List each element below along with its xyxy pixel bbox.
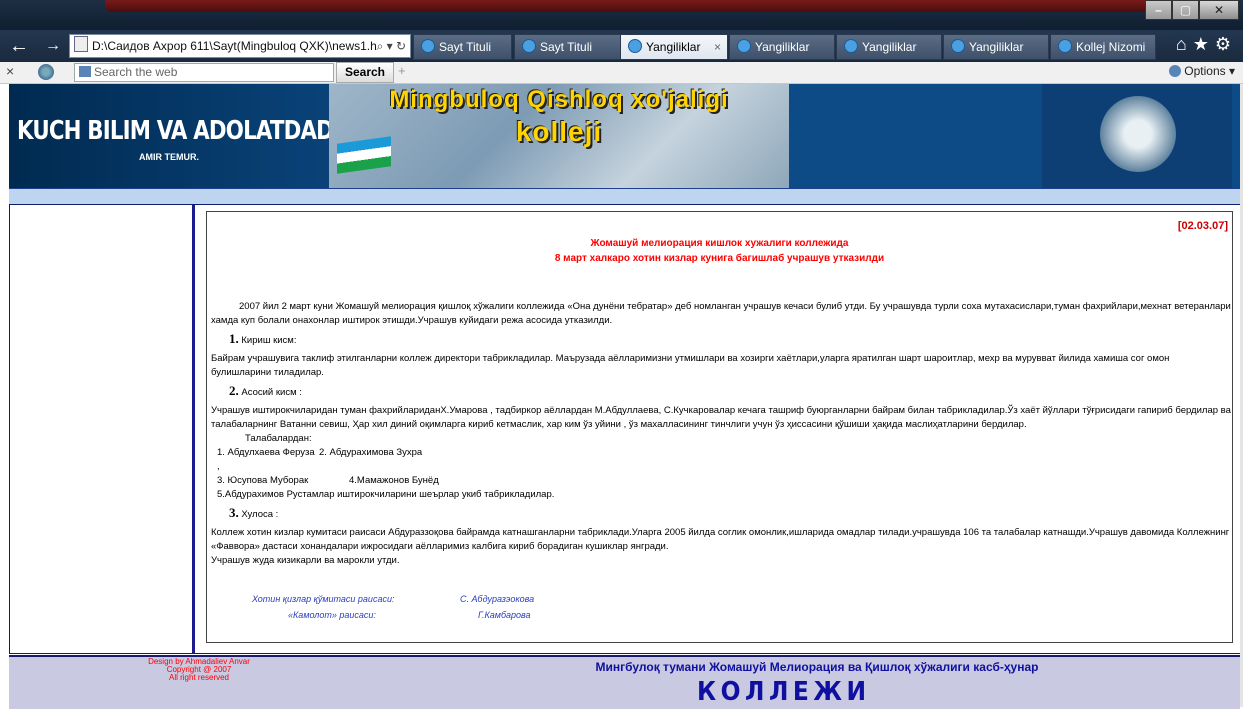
section-1-heading: 1. Кириш кисм: — [229, 332, 1231, 348]
list-item: 1. Абдулхаева Феруза , 2. Абдурахимова Зу… — [217, 446, 1231, 474]
article-body: 2007 йил 2 март куни Жомашуй мелиорация … — [211, 300, 1231, 568]
student-name: 2. Абдурахимова Зухра — [319, 447, 423, 458]
article-headline: Жомашуй мелиорация кишлок хужалиги колле… — [207, 236, 1232, 266]
tab-kollej-nizomi[interactable]: Kollej Nizomi — [1050, 34, 1156, 60]
design-credit: Design by Ahmadaliev Anvar Copyright @ 2… — [119, 658, 279, 682]
state-emblem-icon — [1100, 96, 1176, 172]
globe-icon[interactable] — [38, 64, 54, 80]
tab-label: Sayt Tituli — [540, 40, 593, 54]
address-text: D:\Саидов Ахрор 611\Sayt(Mingbuloq QXK)\… — [92, 39, 377, 53]
tab-yangiliklar-4[interactable]: Yangiliklar — [943, 34, 1049, 60]
section-2-heading: 2. Асосий кисм : — [229, 384, 1231, 400]
signature-name: Г.Камбарова — [478, 610, 531, 620]
article-intro: 2007 йил 2 март куни Жомашуй мелиорация … — [211, 301, 1231, 326]
section-title: Хулоса : — [241, 509, 279, 520]
signatures: Хотин қизлар қўмитаси раисаси: С. Абдураз… — [252, 591, 534, 623]
article-date: [02.03.07] — [1177, 220, 1228, 232]
motto-author: AMIR TEMUR. — [139, 152, 199, 162]
search-button[interactable]: Search — [336, 62, 394, 83]
ie-icon — [628, 39, 642, 53]
footer-college-word: КОЛЛЕЖИ — [697, 677, 871, 707]
article-closing: Учрашув жуда кизикарли ва марокли утди. — [211, 555, 400, 566]
ie-icon — [522, 39, 536, 53]
address-tools-icon[interactable]: ⌕ ▾ ↻ — [376, 35, 406, 57]
college-name-line2: kolleji — [515, 116, 603, 147]
tab-label: Yangiliklar — [755, 40, 810, 54]
section-title: Кириш кисм: — [241, 335, 297, 346]
section-number: 3. — [229, 505, 239, 520]
site-banner: KUCH BILIM VA ADOLATDADUR AMIR TEMUR. Mi… — [9, 84, 1240, 188]
close-tab-icon[interactable]: × — [714, 35, 721, 59]
students-label: Талабалардан: — [245, 433, 312, 444]
section-2-text: Учрашув иштирокчиларидан туман фахрийлар… — [211, 405, 1231, 430]
section-3-text: Коллеж хотин кизлар кумитаси раисаси Абд… — [211, 527, 1230, 552]
section-3-heading: 3. Хулоса : — [229, 506, 1231, 522]
students-list: 1. Абдулхаева Феруза , 2. Абдурахимова Зу… — [217, 446, 1231, 502]
close-toolbar-icon[interactable]: × — [6, 63, 14, 79]
section-number: 2. — [229, 383, 239, 398]
signature-name: С. Абдуразэокова — [460, 594, 535, 604]
headline-line1: Жомашуй мелиорация кишлок хужалиги колле… — [590, 238, 849, 249]
content-frame: [02.03.07] Жомашуй мелиорация кишлок хуж… — [9, 204, 1242, 654]
tab-label: Yangiliklar — [646, 40, 701, 54]
article-box: [02.03.07] Жомашуй мелиорация кишлок хуж… — [206, 211, 1233, 643]
tab-sayt-tituli-2[interactable]: Sayt Tituli — [514, 34, 622, 60]
ie-icon — [844, 39, 858, 53]
search-toolbar: × Search the web Search + Options ▾ — [0, 62, 1243, 84]
window-controls: – ▢ ✕ — [1145, 0, 1239, 20]
page-icon — [74, 36, 88, 52]
options-label: Options — [1184, 64, 1226, 78]
tab-row: ← → D:\Саидов Ахрор 611\Sayt(Mingbuloq Q… — [0, 30, 1243, 62]
web-page: KUCH BILIM VA ADOLATDADUR AMIR TEMUR. Mi… — [0, 84, 1243, 709]
ie-icon — [737, 39, 751, 53]
student-name: 1. Абдулхаева Феруза , — [217, 447, 315, 472]
signature-role: Хотин қизлар қўмитаси раисаси: — [252, 594, 395, 604]
student-name: 3. Юсупова Муборак — [217, 475, 309, 486]
footer-college-name: Мингбулоқ тумани Жомашуй Мелиорация ва Қ… — [595, 660, 1039, 674]
left-sidebar — [10, 205, 195, 653]
ie-icon — [421, 39, 435, 53]
add-icon[interactable]: + — [398, 63, 406, 78]
search-provider-icon — [79, 66, 91, 77]
credit-line: All right reserved — [168, 673, 230, 682]
section-1-text: Байрам учрашувига таклиф этилганларни ко… — [211, 353, 1170, 378]
student-name: 4.Мамажонов Бунёд — [349, 475, 439, 486]
list-item: 5.Абдурахимов Рустамлар иштирокчиларини … — [217, 489, 555, 500]
site-motto: KUCH BILIM VA ADOLATDADUR — [17, 116, 366, 146]
signature-role: «Камолот» раисаси: — [288, 610, 376, 620]
titlebar-glow — [105, 0, 1165, 12]
section-title: Асосий кисм : — [241, 387, 302, 398]
banner-collage-image: Mingbuloq Qishloq xo'jaligi kolleji — [329, 84, 789, 188]
state-emblem — [1042, 84, 1232, 188]
tab-yangiliklar-active[interactable]: Yangiliklar × — [620, 34, 728, 60]
tab-sayt-tituli-1[interactable]: Sayt Tituli — [413, 34, 512, 60]
site-footer: Design by Ahmadaliev Anvar Copyright @ 2… — [9, 655, 1240, 709]
close-window-button[interactable]: ✕ — [1199, 0, 1239, 20]
options-button[interactable]: Options ▾ — [1169, 64, 1235, 78]
tab-yangiliklar-2[interactable]: Yangiliklar — [729, 34, 835, 60]
section-number: 1. — [229, 331, 239, 346]
tab-label: Yangiliklar — [969, 40, 1024, 54]
search-placeholder: Search the web — [94, 65, 178, 79]
tab-label: Kollej Nizomi — [1076, 40, 1146, 54]
search-input[interactable]: Search the web — [74, 63, 334, 82]
forward-arrow-icon[interactable]: → — [42, 35, 64, 57]
headline-line2: 8 март халкаро хотин кизлар кунига багиш… — [554, 253, 885, 264]
college-name-line1: Mingbuloq Qishloq xo'jaligi — [389, 86, 729, 113]
window-titlebar: – ▢ ✕ — [0, 0, 1243, 30]
home-favorites-settings-icons[interactable]: ⌂★⚙ — [1176, 34, 1237, 55]
tab-label: Yangiliklar — [862, 40, 917, 54]
back-arrow-icon[interactable]: ← — [8, 35, 30, 57]
ie-icon — [1058, 39, 1072, 53]
address-bar[interactable]: D:\Саидов Ахрор 611\Sayt(Mingbuloq QXK)\… — [69, 34, 411, 58]
list-item: 3. Юсупова Муборак 4.Мамажонов Бунёд — [217, 474, 1231, 488]
minimize-button[interactable]: – — [1145, 0, 1172, 20]
tab-label: Sayt Tituli — [439, 40, 492, 54]
ie-icon — [951, 39, 965, 53]
maximize-button[interactable]: ▢ — [1172, 0, 1199, 20]
tab-yangiliklar-3[interactable]: Yangiliklar — [836, 34, 942, 60]
options-icon — [1169, 65, 1182, 77]
